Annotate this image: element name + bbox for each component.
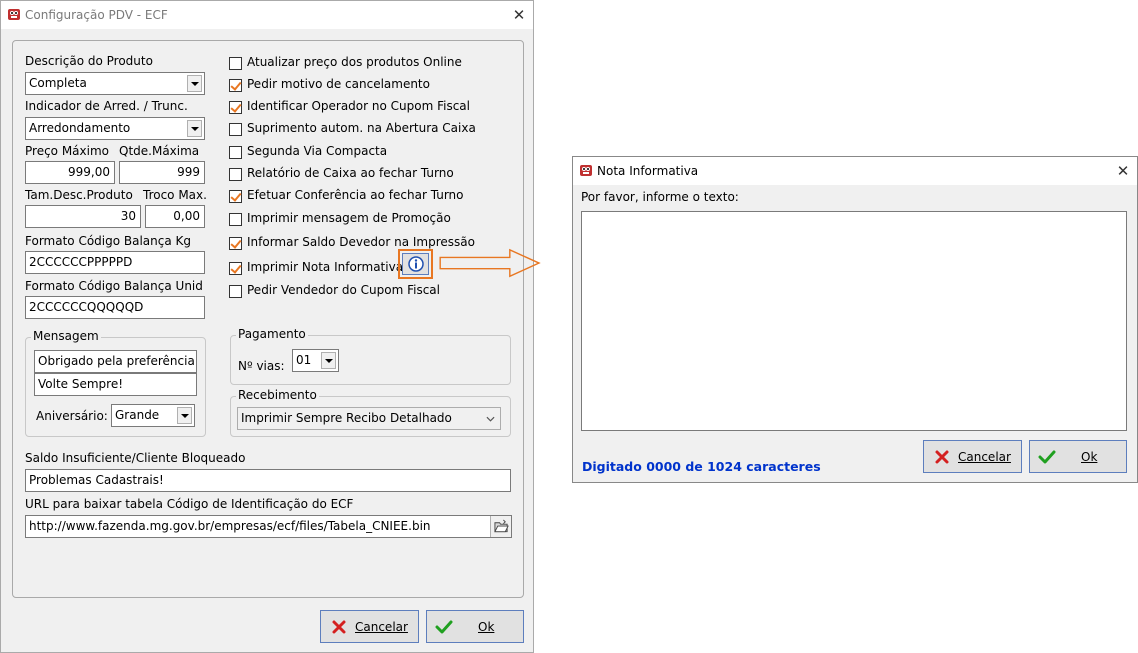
checkbox-label-1[interactable]: Pedir motivo de cancelamento	[247, 77, 430, 91]
qtde-maxima-input[interactable]: 999	[119, 161, 205, 184]
descricao-produto-select[interactable]: Completa	[25, 72, 205, 95]
indicador-label: Indicador de Arred. / Trunc.	[25, 99, 188, 113]
recebimento-select[interactable]: Imprimir Sempre Recibo Detalhado	[237, 407, 501, 430]
nota-ok-button[interactable]: Ok	[1029, 440, 1127, 473]
title-bar: Configuração PDV - ECF ✕	[1, 1, 533, 29]
checkbox-2[interactable]	[229, 101, 242, 114]
checkbox-label-4[interactable]: Segunda Via Compacta	[247, 144, 387, 158]
nota-cancel-button[interactable]: Cancelar	[923, 440, 1022, 473]
mensagem-group: Mensagem Obrigado pela preferência! Volt…	[25, 329, 206, 437]
nota-title-bar: Nota Informativa ✕	[573, 157, 1137, 185]
nota-info-button[interactable]	[402, 253, 429, 275]
nota-ok-label: Ok	[1081, 450, 1098, 464]
nota-informativa-window: Nota Informativa ✕ Por favor, informe o …	[572, 156, 1138, 483]
checkbox-label-2[interactable]: Identificar Operador no Cupom Fiscal	[247, 99, 470, 113]
preco-maximo-input[interactable]: 999,00	[25, 161, 115, 184]
indicador-select[interactable]: Arredondamento	[25, 117, 205, 140]
chevron-down-icon[interactable]	[321, 352, 336, 369]
url-input[interactable]: http://www.fazenda.mg.gov.br/empresas/ec…	[25, 515, 512, 538]
nota-cancel-label: Cancelar	[958, 450, 1011, 464]
checkbox-6[interactable]	[229, 190, 242, 203]
checkbox-10[interactable]	[229, 285, 242, 298]
checkbox-4[interactable]	[229, 146, 242, 159]
chevron-down-icon[interactable]	[177, 407, 192, 424]
checkbox-1[interactable]	[229, 79, 242, 92]
window-title: Configuração PDV - ECF	[25, 8, 168, 22]
checkbox-label-3[interactable]: Suprimento autom. na Abertura Caixa	[247, 121, 476, 135]
mensagem-group-title: Mensagem	[31, 329, 101, 343]
open-folder-icon	[494, 519, 509, 533]
troco-max-input[interactable]: 0,00	[145, 205, 205, 228]
pagamento-group: Pagamento Nº vias: 01	[230, 327, 511, 385]
checkbox-5[interactable]	[229, 168, 242, 181]
checkbox-label-0[interactable]: Atualizar preço dos produtos Online	[247, 55, 462, 69]
chevron-down-icon[interactable]	[187, 75, 202, 92]
aniversario-select[interactable]: Grande	[111, 404, 195, 427]
tam-desc-input[interactable]: 30	[25, 205, 141, 228]
mensagem-line1-input[interactable]: Obrigado pela preferência!	[34, 350, 197, 373]
recebimento-group-title: Recebimento	[236, 388, 319, 402]
app-logo-icon	[8, 9, 20, 20]
nota-window-title: Nota Informativa	[597, 164, 699, 178]
nota-text-area[interactable]	[581, 211, 1127, 431]
descricao-produto-label: Descrição do Produto	[25, 54, 153, 68]
checkbox-label-9[interactable]: Imprimir Nota Informativa	[247, 260, 403, 274]
close-icon[interactable]: ✕	[507, 3, 531, 27]
ok-label: Ok	[478, 620, 495, 634]
pagamento-group-title: Pagamento	[236, 327, 308, 341]
aniversario-label: Aniversário:	[36, 409, 108, 423]
app-logo-icon	[580, 165, 592, 176]
browse-button[interactable]	[490, 516, 511, 537]
checkbox-label-7[interactable]: Imprimir mensagem de Promoção	[247, 211, 451, 225]
ok-button[interactable]: Ok	[426, 610, 524, 643]
red-x-icon	[935, 450, 949, 464]
cancel-button[interactable]: Cancelar	[320, 610, 419, 643]
config-pdv-window: Configuração PDV - ECF ✕ Descrição do Pr…	[0, 0, 534, 653]
troco-max-label: Troco Max.	[143, 188, 207, 202]
info-icon	[408, 256, 424, 272]
formato-kg-input[interactable]: 2CCCCCCPPPPPD	[25, 251, 205, 274]
green-check-icon	[1038, 450, 1056, 464]
cancel-label: Cancelar	[355, 620, 408, 634]
orange-arrow-icon	[439, 248, 541, 278]
checkbox-label-5[interactable]: Relatório de Caixa ao fechar Turno	[247, 166, 454, 180]
qtde-maxima-label: Qtde.Máxima	[119, 144, 200, 158]
close-icon[interactable]: ✕	[1111, 159, 1135, 183]
formato-kg-label: Formato Código Balança Kg	[25, 234, 192, 248]
chevron-down-icon[interactable]	[187, 120, 202, 137]
mensagem-line2-input[interactable]: Volte Sempre!	[34, 373, 197, 396]
main-panel: Descrição do Produto Completa Indicador …	[12, 40, 524, 598]
checkbox-7[interactable]	[229, 213, 242, 226]
checkbox-label-8[interactable]: Informar Saldo Devedor na Impressão	[247, 235, 475, 249]
checkbox-label-10[interactable]: Pedir Vendedor do Cupom Fiscal	[247, 283, 440, 297]
saldo-input[interactable]: Problemas Cadastrais!	[25, 469, 511, 492]
saldo-label: Saldo Insuficiente/Cliente Bloqueado	[25, 451, 246, 465]
nota-prompt-label: Por favor, informe o texto:	[581, 190, 739, 204]
checkbox-3[interactable]	[229, 123, 242, 136]
chevron-down-icon[interactable]	[486, 416, 495, 422]
green-check-icon	[435, 620, 453, 634]
checkbox-label-6[interactable]: Efetuar Conferência ao fechar Turno	[247, 188, 464, 202]
preco-maximo-label: Preço Máximo	[25, 144, 110, 158]
checkbox-0[interactable]	[229, 57, 242, 70]
checkbox-9[interactable]	[229, 262, 242, 275]
recebimento-group: Recebimento Imprimir Sempre Recibo Detal…	[230, 388, 511, 437]
red-x-icon	[332, 620, 346, 634]
vias-select[interactable]: 01	[292, 349, 339, 372]
formato-unid-input[interactable]: 2CCCCCCQQQQQD	[25, 296, 205, 319]
vias-label: Nº vias:	[238, 359, 285, 373]
checkbox-8[interactable]	[229, 237, 242, 250]
url-label: URL para baixar tabela Código de Identif…	[25, 497, 354, 511]
char-counter: Digitado 0000 de 1024 caracteres	[582, 459, 821, 474]
formato-unid-label: Formato Código Balança Unid	[25, 279, 203, 293]
tam-desc-label: Tam.Desc.Produto	[25, 188, 133, 202]
